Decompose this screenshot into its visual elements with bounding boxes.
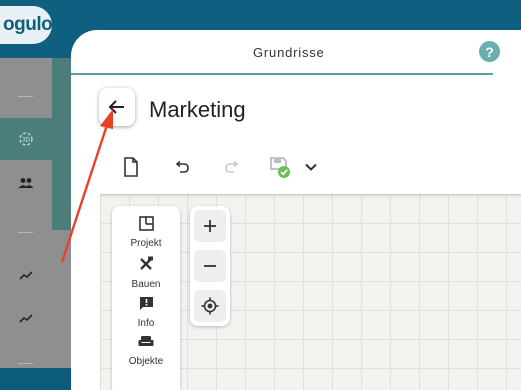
floorplan-canvas[interactable]: Projekt Bauen Info Objekte bbox=[100, 194, 521, 390]
zoom-controls bbox=[190, 206, 230, 326]
save-button[interactable] bbox=[267, 154, 293, 180]
floorplan-icon bbox=[138, 216, 154, 231]
tools-icon bbox=[140, 256, 153, 270]
users-icon bbox=[18, 178, 34, 188]
tool-label: Projekt bbox=[130, 238, 162, 249]
svg-text:3D: 3D bbox=[22, 138, 30, 144]
tool-label: Bauen bbox=[131, 279, 161, 290]
sidebar-item-3d-view[interactable]: 3D bbox=[0, 118, 52, 160]
page-title: Marketing bbox=[149, 97, 246, 122]
header-divider bbox=[71, 73, 493, 75]
sidebar-item-statistics[interactable] bbox=[0, 262, 52, 288]
tool-projekt[interactable]: Projekt bbox=[112, 216, 180, 249]
redo-icon bbox=[225, 161, 239, 173]
background-panel bbox=[52, 58, 72, 230]
redo-button[interactable] bbox=[219, 154, 245, 180]
tool-panel: Projekt Bauen Info Objekte bbox=[112, 206, 180, 390]
sidebar-item-users[interactable] bbox=[0, 170, 52, 196]
save-check-icon bbox=[270, 157, 290, 178]
background-panel bbox=[52, 230, 72, 368]
tool-bauen[interactable]: Bauen bbox=[112, 256, 180, 290]
undo-button[interactable] bbox=[169, 154, 195, 180]
app-logo[interactable]: ogulo bbox=[0, 6, 53, 44]
more-options-button[interactable] bbox=[298, 154, 324, 180]
trend-icon bbox=[19, 314, 33, 323]
arrow-left-icon bbox=[108, 100, 124, 114]
chevron-down-icon bbox=[305, 163, 317, 171]
editor-toolbar bbox=[71, 142, 521, 194]
sidebar-item-analytics[interactable] bbox=[0, 305, 52, 331]
tool-label: Info bbox=[137, 318, 155, 329]
new-file-button[interactable] bbox=[118, 154, 144, 180]
sidebar-divider bbox=[18, 363, 33, 364]
tool-objekte[interactable]: Objekte bbox=[112, 335, 180, 367]
center-view-button[interactable] bbox=[194, 290, 226, 322]
floorplan-dialog: Grundrisse ? Marketing Projekt Bauen Inf… bbox=[71, 30, 521, 390]
dialog-header: Grundrisse ? bbox=[71, 30, 521, 75]
plus-icon bbox=[204, 220, 216, 232]
minus-icon bbox=[204, 265, 216, 267]
zoom-in-button[interactable] bbox=[194, 210, 226, 242]
armchair-icon bbox=[138, 336, 154, 346]
tool-info[interactable]: Info bbox=[112, 296, 180, 329]
sidebar-divider bbox=[18, 232, 33, 233]
sidebar: 3D bbox=[0, 58, 52, 368]
zoom-out-button[interactable] bbox=[194, 250, 226, 282]
view-3d-icon: 3D bbox=[19, 132, 33, 146]
sidebar-divider bbox=[18, 96, 33, 97]
logo-text: ogulo bbox=[3, 14, 53, 35]
tool-label: Objekte bbox=[128, 356, 164, 367]
undo-icon bbox=[175, 161, 189, 173]
info-comment-icon bbox=[139, 297, 153, 310]
crosshair-icon bbox=[201, 297, 219, 315]
help-button[interactable]: ? bbox=[479, 41, 500, 62]
file-icon bbox=[124, 157, 138, 177]
back-button[interactable] bbox=[99, 88, 135, 126]
dialog-title: Grundrisse bbox=[253, 45, 325, 60]
trend-icon bbox=[19, 271, 33, 280]
